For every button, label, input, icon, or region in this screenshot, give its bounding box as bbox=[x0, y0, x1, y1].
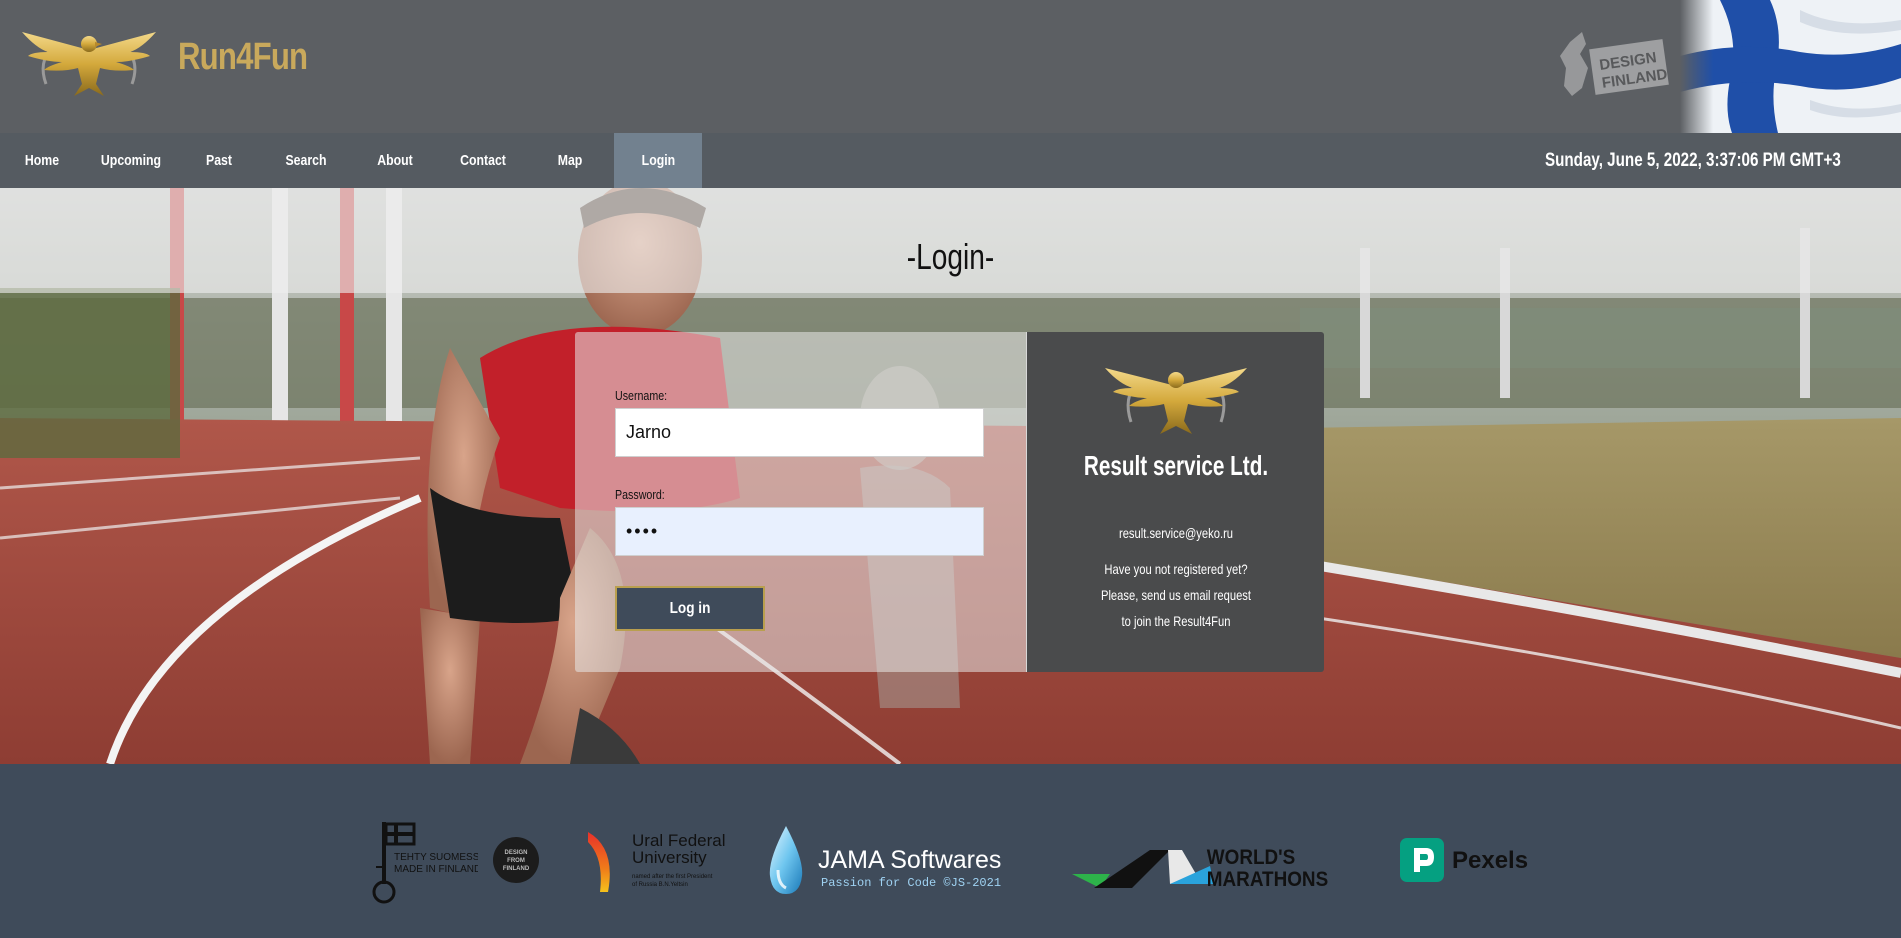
design-from-finland-line-3: FINLAND bbox=[503, 866, 530, 872]
nav-contact[interactable]: Contact bbox=[453, 133, 514, 188]
login-form: Username: Password: Log in bbox=[575, 332, 1026, 672]
password-input[interactable] bbox=[615, 507, 984, 556]
jama-softwares-logo[interactable]: JAMA Softwares Passion for Code ©JS-2021 bbox=[764, 820, 1024, 900]
design-from-finland-line-2: FROM bbox=[507, 858, 525, 864]
registration-note-line-2: Please, send us email request bbox=[1100, 587, 1252, 603]
finland-flag-icon bbox=[1680, 0, 1901, 133]
nav-search[interactable]: Search bbox=[276, 133, 335, 188]
nav-login-label: Login bbox=[641, 152, 675, 169]
nav-past[interactable]: Past bbox=[195, 133, 243, 188]
eagle-logo-icon[interactable] bbox=[18, 22, 160, 104]
made-in-finland-line-2: MADE IN FINLAND bbox=[394, 864, 478, 875]
design-finland-badge-icon: DESIGN FINLAND bbox=[1560, 32, 1669, 96]
nav-map[interactable]: Map bbox=[545, 133, 594, 188]
pexels-name: Pexels bbox=[1452, 847, 1528, 874]
nav-upcoming[interactable]: Upcoming bbox=[99, 133, 163, 188]
worlds-marathons-logo[interactable]: WORLD'S MARATHONS bbox=[1070, 834, 1344, 890]
nav-home[interactable]: Home bbox=[16, 133, 68, 188]
page-title: -Login- bbox=[906, 236, 995, 277]
username-label: Username: bbox=[615, 388, 668, 403]
jama-name: JAMA Softwares bbox=[818, 846, 1001, 874]
registration-note-line-3: to join the Result4Fun bbox=[1121, 613, 1231, 629]
design-from-finland-line-1: DESIGN bbox=[504, 850, 527, 856]
password-label: Password: bbox=[615, 487, 665, 502]
login-button[interactable]: Log in bbox=[615, 586, 765, 631]
marathons-line-2: MARATHONS bbox=[1207, 868, 1328, 890]
registration-note-line-1: Have you not registered yet? bbox=[1104, 561, 1248, 577]
hero-section: -Login- Username: Password: Log in Resul… bbox=[0, 188, 1901, 764]
eagle-emblem-icon bbox=[1105, 368, 1247, 434]
nav-about[interactable]: About bbox=[368, 133, 422, 188]
partners-footer: TEHTY SUOMESSA MADE IN FINLAND DESIGN FR… bbox=[0, 764, 1901, 938]
company-name: Result service Ltd. bbox=[1083, 450, 1269, 481]
username-input[interactable] bbox=[615, 408, 984, 457]
made-in-finland-line-1: TEHTY SUOMESSA bbox=[394, 852, 478, 863]
jama-tagline: Passion for Code ©JS-2021 bbox=[821, 876, 1001, 890]
contact-email[interactable]: result.service@yeko.ru bbox=[1057, 525, 1295, 541]
ural-sub-line-1: named after the first President bbox=[632, 874, 713, 880]
nav-login[interactable]: Login bbox=[614, 133, 702, 188]
login-button-label: Log in bbox=[669, 599, 711, 617]
clock-display: Sunday, June 5, 2022, 3:37:06 PM GMT+3 bbox=[1545, 150, 1841, 171]
design-from-finland-logo[interactable]: DESIGN FROM FINLAND bbox=[492, 836, 540, 884]
ural-sub-line-2: of Russia B.N.Yeltsin bbox=[632, 882, 688, 888]
company-info-panel: Result service Ltd. result.service@yeko.… bbox=[1026, 332, 1324, 672]
marathons-line-1: WORLD'S bbox=[1207, 846, 1295, 869]
pexels-logo[interactable]: Pexels bbox=[1398, 836, 1532, 884]
ural-federal-university-logo[interactable]: Ural Federal University named after the … bbox=[586, 828, 730, 898]
made-in-finland-logo[interactable]: TEHTY SUOMESSA MADE IN FINLAND bbox=[368, 818, 478, 904]
ural-name-line-2: University bbox=[632, 848, 707, 867]
main-nav: Home Upcoming Past Search About Contact … bbox=[0, 133, 1901, 188]
brand-name[interactable]: Run4Fun bbox=[178, 36, 308, 79]
site-header: Run4Fun DESIGN FINLAND bbox=[0, 0, 1901, 133]
